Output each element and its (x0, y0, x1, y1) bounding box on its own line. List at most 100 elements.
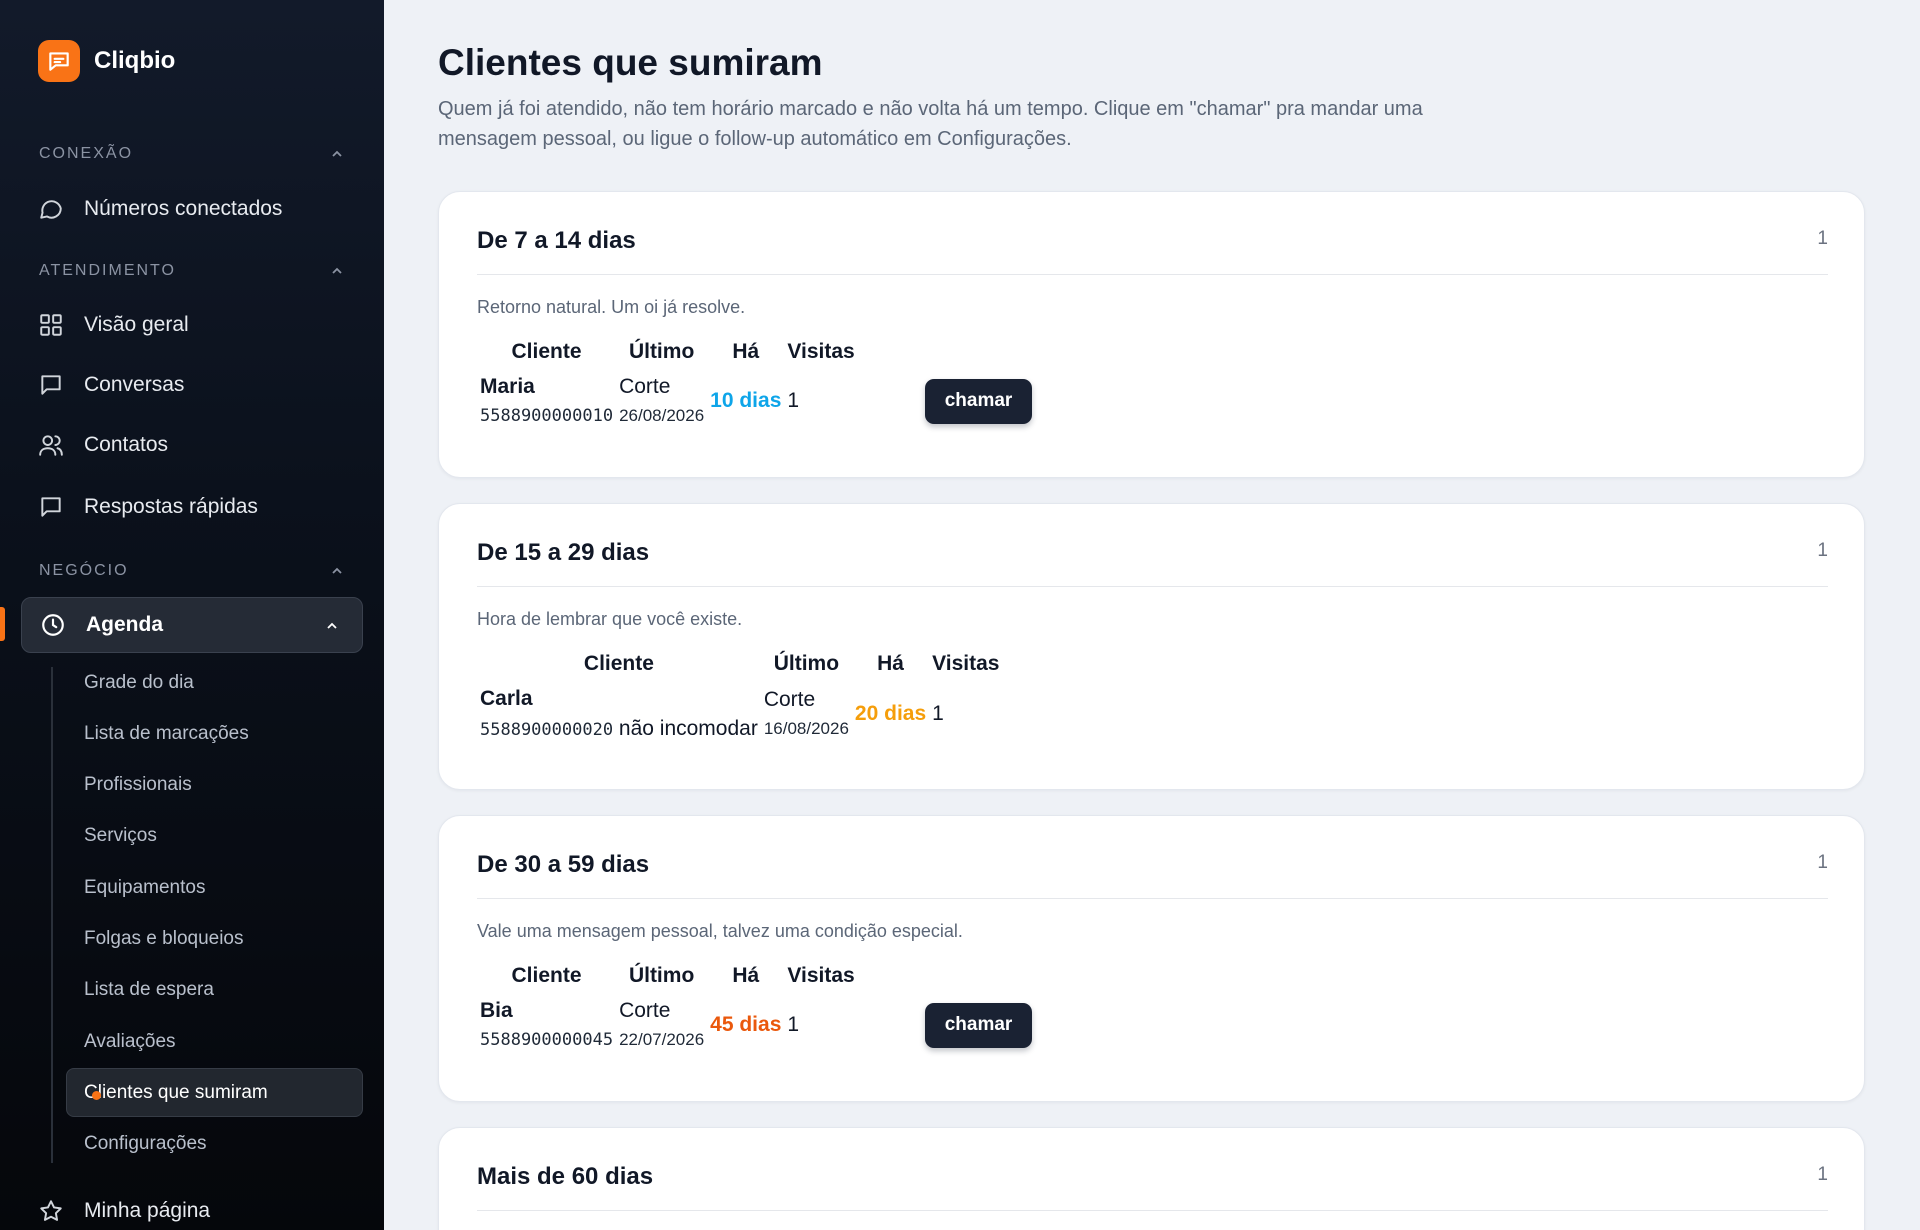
col-header-visitas: Visitas (787, 340, 855, 363)
sidebar-item-agenda[interactable]: Agenda (21, 597, 363, 653)
sidebar-subitem-servicos[interactable]: Serviços (84, 821, 157, 851)
chevron-up-icon (332, 267, 342, 274)
do-not-disturb-note: não incomodar (618, 717, 758, 740)
table-row: Carla 5588900000020 não incomodar Corte … (477, 684, 1002, 744)
col-header-ha: Há (877, 652, 904, 675)
sidebar-item-contatos[interactable]: Contatos (38, 427, 358, 463)
col-header-ha: Há (732, 340, 760, 363)
brand-name: Cliqbio (94, 47, 176, 74)
client-phone: 5588900000020 (480, 720, 614, 740)
visits-count: 1 (787, 389, 800, 412)
group-card-15-29: De 15 a 29 dias 1 Hora de lembrar que vo… (438, 503, 1865, 790)
last-service-cell: Corte 16/08/2026 (761, 684, 852, 744)
col-header-ultimo: Último (628, 340, 695, 363)
divider (477, 1210, 1828, 1211)
sidebar: Cliqbio CONEXÃO Números conectados ATEND… (0, 0, 384, 1230)
clock-icon (42, 614, 64, 636)
star-icon (40, 1200, 62, 1221)
group-title: De 30 a 59 dias (477, 851, 650, 878)
section-label: CONEXÃO (39, 145, 134, 162)
sidebar-item-label: Respostas rápidas (84, 495, 258, 518)
group-card-30-59: De 30 a 59 dias 1 Vale uma mensagem pess… (438, 815, 1865, 1102)
sidebar-subitem-avaliacoes[interactable]: Avaliações (84, 1027, 176, 1057)
group-hint: Hora de lembrar que você existe. (477, 609, 743, 629)
group-count: 1 (1817, 540, 1828, 561)
clients-table: Cliente Último Há Visitas Bia 5588900000… (477, 964, 1035, 1054)
group-title: Mais de 60 dias (477, 1163, 654, 1190)
section-negocio-toggle[interactable]: NEGÓCIO (39, 562, 345, 580)
chevron-up-icon (327, 622, 337, 629)
sidebar-subitem-lista-de-espera[interactable]: Lista de espera (84, 975, 214, 1005)
clients-table: Cliente Último Há Visitas Maria 55889000… (477, 340, 1035, 430)
col-header-visitas: Visitas (787, 964, 855, 987)
group-hint: Vale uma mensagem pessoal, talvez uma co… (477, 921, 963, 941)
sidebar-subitem-clientes-que-sumiram[interactable]: Clientes que sumiram (84, 1078, 268, 1108)
client-cell: Bia 5588900000045 (477, 996, 616, 1054)
active-section-marker (0, 607, 5, 641)
col-header-cliente: Cliente (583, 652, 654, 675)
col-header-visitas: Visitas (932, 652, 1000, 675)
divider (477, 898, 1828, 899)
group-count: 1 (1817, 228, 1828, 249)
sidebar-item-label: Agenda (86, 613, 164, 636)
sidebar-subitem-grade-do-dia[interactable]: Grade do dia (84, 668, 194, 698)
last-service-cell: Corte 22/07/2026 (616, 996, 707, 1054)
visits-count: 1 (932, 702, 944, 725)
client-name: Carla (480, 687, 533, 710)
sidebar-subitem-lista-de-marcacoes[interactable]: Lista de marcações (84, 719, 249, 749)
days-since: 10 dias (710, 389, 782, 412)
last-service: Corte (619, 999, 671, 1022)
group-count: 1 (1817, 852, 1828, 873)
chat-bubble-icon (40, 200, 62, 219)
days-since: 45 dias (710, 1013, 782, 1036)
sidebar-item-label: Visão geral (84, 313, 189, 336)
group-title: De 15 a 29 dias (477, 539, 650, 566)
section-label: ATENDIMENTO (39, 262, 176, 279)
sidebar-item-conversas[interactable]: Conversas (38, 367, 358, 403)
client-phone: 5588900000010 (480, 406, 614, 426)
col-header-ultimo: Último (628, 964, 695, 987)
col-header-ha: Há (732, 964, 760, 987)
section-label: NEGÓCIO (39, 562, 129, 579)
client-cell: Carla 5588900000020 não incomodar (477, 684, 761, 744)
last-service-cell: Corte 26/08/2026 (616, 372, 707, 430)
sidebar-subitem-profissionais[interactable]: Profissionais (84, 770, 192, 800)
sidebar-item-respostas-rapidas[interactable]: Respostas rápidas (38, 489, 358, 525)
active-dot-indicator (92, 1091, 101, 1100)
days-since: 20 dias (854, 702, 927, 725)
section-conexao-toggle[interactable]: CONEXÃO (39, 145, 345, 163)
grid-icon (40, 314, 62, 336)
page-description: Quem já foi atendido, não tem horário ma… (438, 98, 1423, 150)
sidebar-subitem-equipamentos[interactable]: Equipamentos (84, 873, 205, 903)
client-name: Bia (480, 999, 513, 1022)
client-phone: 5588900000045 (480, 1030, 614, 1050)
chamar-button[interactable]: chamar (924, 378, 1033, 424)
divider (477, 274, 1828, 275)
clients-table: Cliente Último Há Visitas Carla 55889000… (477, 652, 1002, 744)
chamar-button[interactable]: chamar (924, 1002, 1033, 1048)
last-date: 22/07/2026 (619, 1030, 705, 1049)
last-date: 26/08/2026 (619, 406, 705, 425)
col-header-cliente: Cliente (511, 340, 582, 363)
client-name: Maria (480, 375, 535, 398)
last-service: Corte (619, 375, 671, 398)
sidebar-item-label: Conversas (84, 373, 185, 396)
users-icon (39, 435, 63, 456)
sidebar-subitem-configuracoes[interactable]: Configurações (84, 1129, 207, 1159)
chevron-up-icon (332, 567, 342, 574)
last-service: Corte (763, 688, 816, 711)
sidebar-item-label: Minha página (84, 1199, 211, 1222)
sidebar-item-label: Números conectados (84, 197, 283, 220)
group-title: De 7 a 14 dias (477, 227, 636, 254)
sidebar-subitem-folgas-e-bloqueios[interactable]: Folgas e bloqueios (84, 924, 244, 954)
sidebar-item-numeros-conectados[interactable]: Números conectados (38, 191, 358, 227)
sidebar-item-minha-pagina[interactable]: Minha página (38, 1193, 358, 1229)
visits-count: 1 (787, 1013, 800, 1036)
brand[interactable]: Cliqbio (38, 40, 175, 82)
page-title: Clientes que sumiram (438, 42, 823, 83)
section-atendimento-toggle[interactable]: ATENDIMENTO (39, 262, 345, 280)
message-square-icon (41, 375, 61, 395)
sidebar-item-visao-geral[interactable]: Visão geral (38, 307, 358, 343)
group-hint: Retorno natural. Um oi já resolve. (477, 297, 746, 317)
table-row: Bia 5588900000045 Corte 22/07/2026 45 di… (477, 996, 1035, 1054)
